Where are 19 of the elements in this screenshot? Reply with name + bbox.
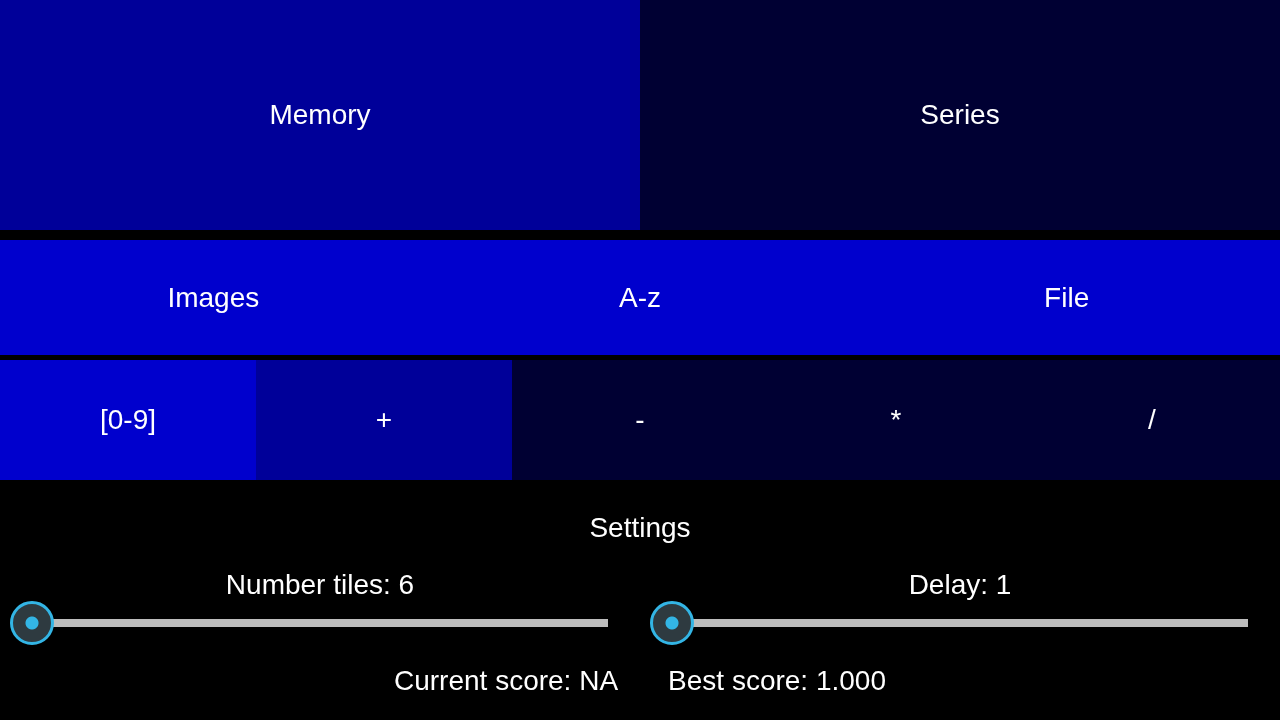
slider-label: Number tiles: 6 (225, 569, 415, 601)
slider-label: Delay: 1 (908, 569, 1012, 601)
operation-tile[interactable]: / (1024, 360, 1280, 480)
source-tile[interactable]: Images (0, 240, 427, 355)
operation-tile[interactable]: - (512, 360, 768, 480)
settings-heading: Settings (589, 512, 691, 544)
mode-tile[interactable]: Memory (0, 0, 640, 230)
best-score: Best score: 1.000 (668, 665, 886, 697)
mode-tile[interactable]: Series (640, 0, 1280, 230)
operation-tile[interactable]: + (256, 360, 512, 480)
slider-track[interactable] (650, 601, 1248, 645)
slider-track[interactable] (10, 601, 608, 645)
slider-thumb[interactable] (650, 601, 694, 645)
source-tile[interactable]: A-z (426, 240, 854, 355)
operation-tile[interactable]: [0-9] (0, 360, 256, 480)
current-score: Current score: NA (394, 665, 619, 697)
operation-tile[interactable]: * (768, 360, 1024, 480)
source-tile[interactable]: File (853, 240, 1280, 355)
slider-thumb[interactable] (10, 601, 54, 645)
